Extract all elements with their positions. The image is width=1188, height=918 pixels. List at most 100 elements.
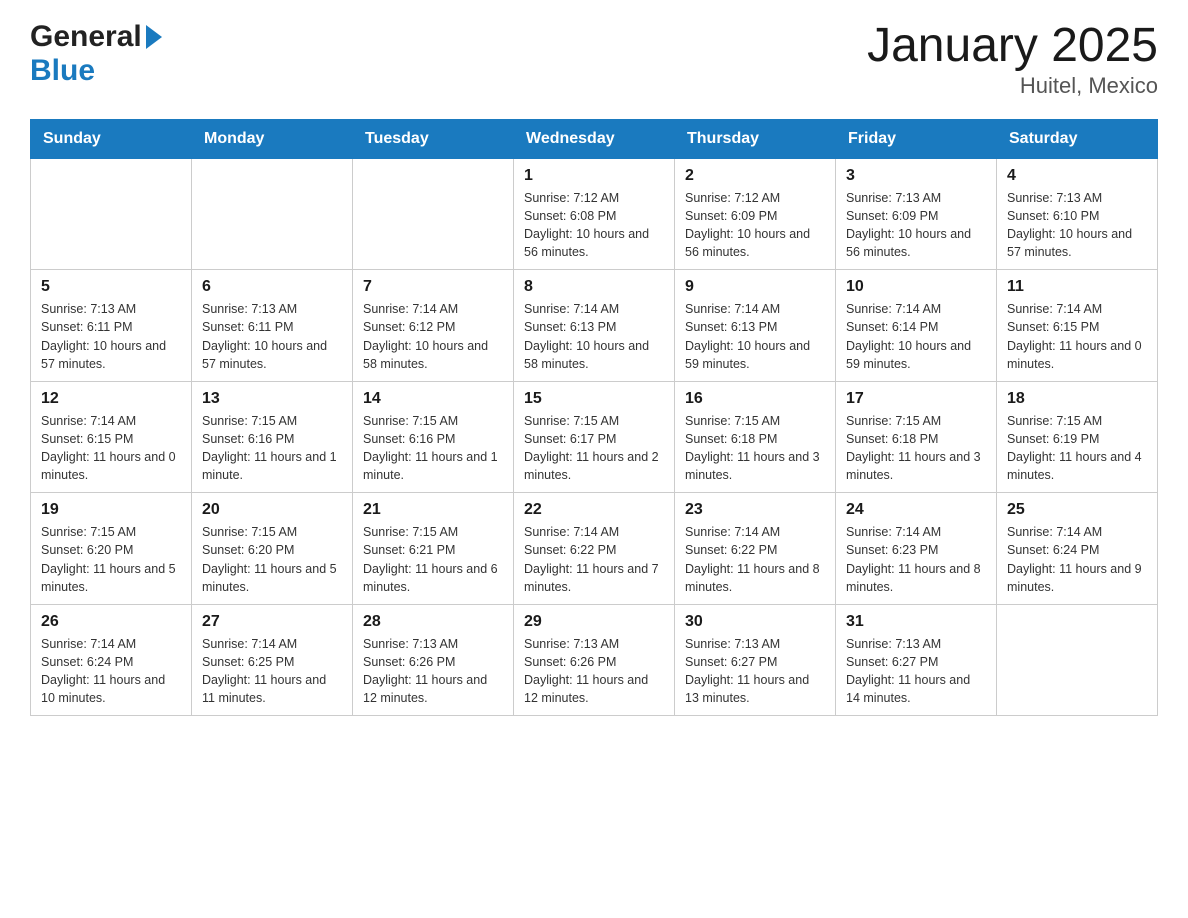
table-row: 26Sunrise: 7:14 AM Sunset: 6:24 PM Dayli… <box>31 604 192 716</box>
table-row: 2 Sunrise: 7:12 AM Sunset: 6:09 PM Daylig… <box>675 158 836 270</box>
table-row: 12 Sunrise: 7:14 AM Sunset: 6:15 PM Dayli… <box>31 381 192 493</box>
day-number: 3 <box>846 167 986 185</box>
day-info: Sunrise: 7:14 AM Sunset: 6:25 PM Dayligh… <box>202 635 342 708</box>
table-row: 21 Sunrise: 7:15 AM Sunset: 6:21 PM Dayli… <box>353 493 514 605</box>
day-info: Sunrise: 7:14 AM Sunset: 6:15 PM Dayligh… <box>41 412 181 485</box>
day-number: 15 <box>524 390 664 408</box>
day-number: 31 <box>846 613 986 631</box>
day-info: Sunrise: 7:13 AM Sunset: 6:27 PM Dayligh… <box>685 635 825 708</box>
day-number: 14 <box>363 390 503 408</box>
page-header: General Blue January 2025 Huitel, Mexico <box>30 20 1158 99</box>
day-number: 2 <box>685 167 825 185</box>
col-sunday: Sunday <box>31 119 192 158</box>
table-row: 4 Sunrise: 7:13 AM Sunset: 6:10 PM Daylig… <box>997 158 1158 270</box>
logo: General Blue <box>30 20 162 88</box>
col-monday: Monday <box>192 119 353 158</box>
day-info: Sunrise: 7:15 AM Sunset: 6:21 PM Dayligh… <box>363 523 503 596</box>
logo-general-text: General <box>30 20 142 54</box>
day-number: 22 <box>524 501 664 519</box>
day-number: 1 <box>524 167 664 185</box>
logo-blue-text: Blue <box>30 54 95 88</box>
day-number: 21 <box>363 501 503 519</box>
calendar-week-row: 12 Sunrise: 7:14 AM Sunset: 6:15 PM Dayli… <box>31 381 1158 493</box>
day-info: Sunrise: 7:15 AM Sunset: 6:17 PM Dayligh… <box>524 412 664 485</box>
table-row: 15 Sunrise: 7:15 AM Sunset: 6:17 PM Dayli… <box>514 381 675 493</box>
day-number: 23 <box>685 501 825 519</box>
day-info: Sunrise: 7:12 AM Sunset: 6:08 PM Dayligh… <box>524 189 664 262</box>
table-row: 11Sunrise: 7:14 AM Sunset: 6:15 PM Dayli… <box>997 270 1158 382</box>
table-row: 31Sunrise: 7:13 AM Sunset: 6:27 PM Dayli… <box>836 604 997 716</box>
table-row: 8 Sunrise: 7:14 AM Sunset: 6:13 PM Daylig… <box>514 270 675 382</box>
table-row <box>31 158 192 270</box>
table-row: 16 Sunrise: 7:15 AM Sunset: 6:18 PM Dayli… <box>675 381 836 493</box>
day-number: 4 <box>1007 167 1147 185</box>
day-info: Sunrise: 7:15 AM Sunset: 6:18 PM Dayligh… <box>685 412 825 485</box>
table-row: 1 Sunrise: 7:12 AM Sunset: 6:08 PM Daylig… <box>514 158 675 270</box>
day-info: Sunrise: 7:14 AM Sunset: 6:13 PM Dayligh… <box>685 300 825 373</box>
day-info: Sunrise: 7:13 AM Sunset: 6:26 PM Dayligh… <box>524 635 664 708</box>
day-info: Sunrise: 7:13 AM Sunset: 6:11 PM Dayligh… <box>202 300 342 373</box>
day-info: Sunrise: 7:14 AM Sunset: 6:23 PM Dayligh… <box>846 523 986 596</box>
table-row: 17 Sunrise: 7:15 AM Sunset: 6:18 PM Dayli… <box>836 381 997 493</box>
calendar-week-row: 19 Sunrise: 7:15 AM Sunset: 6:20 PM Dayli… <box>31 493 1158 605</box>
day-number: 7 <box>363 278 503 296</box>
table-row: 14 Sunrise: 7:15 AM Sunset: 6:16 PM Dayli… <box>353 381 514 493</box>
day-number: 24 <box>846 501 986 519</box>
day-number: 30 <box>685 613 825 631</box>
calendar-week-row: 26Sunrise: 7:14 AM Sunset: 6:24 PM Dayli… <box>31 604 1158 716</box>
calendar-subtitle: Huitel, Mexico <box>867 73 1158 99</box>
calendar-table: Sunday Monday Tuesday Wednesday Thursday… <box>30 119 1158 717</box>
day-info: Sunrise: 7:15 AM Sunset: 6:20 PM Dayligh… <box>41 523 181 596</box>
day-number: 6 <box>202 278 342 296</box>
day-info: Sunrise: 7:13 AM Sunset: 6:11 PM Dayligh… <box>41 300 181 373</box>
title-section: January 2025 Huitel, Mexico <box>867 20 1158 99</box>
day-info: Sunrise: 7:15 AM Sunset: 6:19 PM Dayligh… <box>1007 412 1147 485</box>
table-row: 23Sunrise: 7:14 AM Sunset: 6:22 PM Dayli… <box>675 493 836 605</box>
day-number: 17 <box>846 390 986 408</box>
table-row: 10 Sunrise: 7:14 AM Sunset: 6:14 PM Dayli… <box>836 270 997 382</box>
table-row <box>192 158 353 270</box>
day-number: 5 <box>41 278 181 296</box>
day-info: Sunrise: 7:15 AM Sunset: 6:18 PM Dayligh… <box>846 412 986 485</box>
table-row: 6 Sunrise: 7:13 AM Sunset: 6:11 PM Daylig… <box>192 270 353 382</box>
day-info: Sunrise: 7:14 AM Sunset: 6:22 PM Dayligh… <box>524 523 664 596</box>
day-number: 27 <box>202 613 342 631</box>
table-row: 24 Sunrise: 7:14 AM Sunset: 6:23 PM Dayli… <box>836 493 997 605</box>
day-info: Sunrise: 7:14 AM Sunset: 6:24 PM Dayligh… <box>41 635 181 708</box>
day-info: Sunrise: 7:15 AM Sunset: 6:16 PM Dayligh… <box>202 412 342 485</box>
day-info: Sunrise: 7:14 AM Sunset: 6:24 PM Dayligh… <box>1007 523 1147 596</box>
table-row: 19 Sunrise: 7:15 AM Sunset: 6:20 PM Dayli… <box>31 493 192 605</box>
day-number: 19 <box>41 501 181 519</box>
day-number: 29 <box>524 613 664 631</box>
calendar-week-row: 5 Sunrise: 7:13 AM Sunset: 6:11 PM Daylig… <box>31 270 1158 382</box>
day-info: Sunrise: 7:13 AM Sunset: 6:09 PM Dayligh… <box>846 189 986 262</box>
table-row: 7Sunrise: 7:14 AM Sunset: 6:12 PM Daylig… <box>353 270 514 382</box>
day-number: 13 <box>202 390 342 408</box>
day-info: Sunrise: 7:13 AM Sunset: 6:26 PM Dayligh… <box>363 635 503 708</box>
day-number: 10 <box>846 278 986 296</box>
table-row: 13 Sunrise: 7:15 AM Sunset: 6:16 PM Dayli… <box>192 381 353 493</box>
day-info: Sunrise: 7:15 AM Sunset: 6:16 PM Dayligh… <box>363 412 503 485</box>
day-number: 12 <box>41 390 181 408</box>
table-row: 25 Sunrise: 7:14 AM Sunset: 6:24 PM Dayli… <box>997 493 1158 605</box>
day-number: 8 <box>524 278 664 296</box>
calendar-week-row: 1 Sunrise: 7:12 AM Sunset: 6:08 PM Daylig… <box>31 158 1158 270</box>
day-info: Sunrise: 7:14 AM Sunset: 6:13 PM Dayligh… <box>524 300 664 373</box>
day-number: 18 <box>1007 390 1147 408</box>
day-info: Sunrise: 7:12 AM Sunset: 6:09 PM Dayligh… <box>685 189 825 262</box>
table-row <box>353 158 514 270</box>
table-row: 5 Sunrise: 7:13 AM Sunset: 6:11 PM Daylig… <box>31 270 192 382</box>
day-number: 25 <box>1007 501 1147 519</box>
col-friday: Friday <box>836 119 997 158</box>
table-row: 3 Sunrise: 7:13 AM Sunset: 6:09 PM Daylig… <box>836 158 997 270</box>
table-row <box>997 604 1158 716</box>
table-row: 28Sunrise: 7:13 AM Sunset: 6:26 PM Dayli… <box>353 604 514 716</box>
day-info: Sunrise: 7:13 AM Sunset: 6:10 PM Dayligh… <box>1007 189 1147 262</box>
day-number: 16 <box>685 390 825 408</box>
table-row: 20Sunrise: 7:15 AM Sunset: 6:20 PM Dayli… <box>192 493 353 605</box>
day-number: 9 <box>685 278 825 296</box>
day-info: Sunrise: 7:15 AM Sunset: 6:20 PM Dayligh… <box>202 523 342 596</box>
day-info: Sunrise: 7:14 AM Sunset: 6:14 PM Dayligh… <box>846 300 986 373</box>
day-number: 11 <box>1007 278 1147 296</box>
col-thursday: Thursday <box>675 119 836 158</box>
